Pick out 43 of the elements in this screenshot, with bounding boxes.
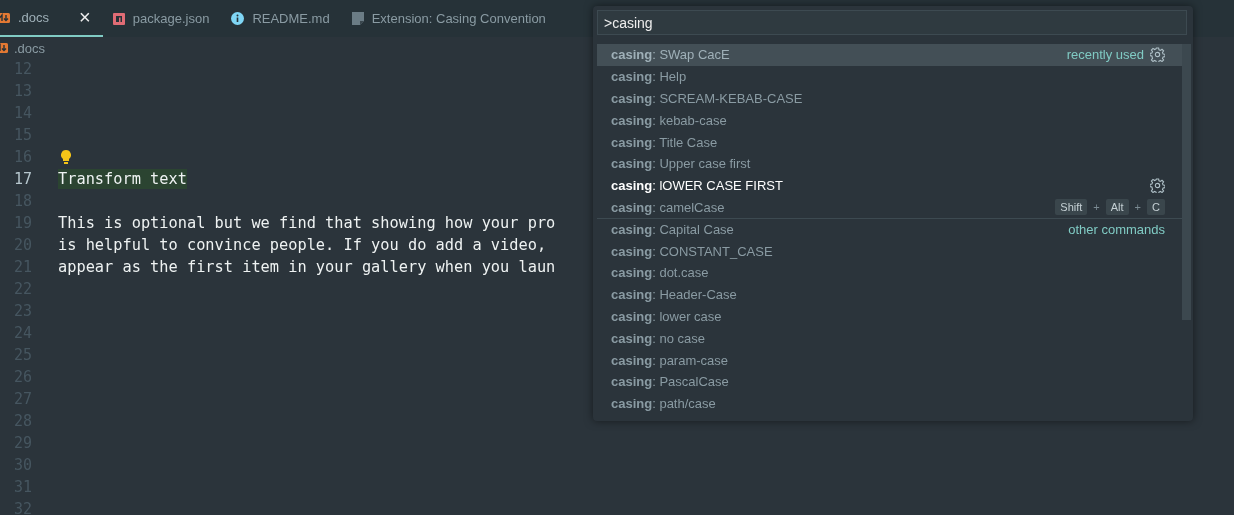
command-input[interactable]: >casing — [597, 10, 1187, 35]
command-item[interactable]: casing: lower case — [597, 305, 1183, 328]
command-item[interactable]: casing: lOWER CASE FIRST — [597, 174, 1183, 197]
command-item[interactable]: casing: Upper case first — [597, 153, 1183, 175]
close-button[interactable]: × — [79, 6, 91, 29]
package-icon — [112, 12, 125, 25]
info-icon — [231, 12, 245, 25]
command-item[interactable]: casing: Help — [597, 65, 1183, 88]
line-number: 17 — [12, 170, 32, 188]
document-icon — [351, 12, 364, 25]
keyboard-key: C — [1147, 199, 1165, 216]
command-item[interactable]: casing: no case — [597, 327, 1183, 350]
command-item[interactable]: casing: CONSTANT_CASE — [597, 240, 1183, 262]
code-text: is helpful to convince people. If you do add a video, — [58, 236, 547, 254]
editor-tab[interactable]: Extension: Casing Convention — [351, 0, 558, 37]
command-item[interactable]: casing: camelCase Shift + Alt + C — [597, 196, 1183, 219]
highlighted-text: Transform text — [58, 169, 187, 189]
command-item[interactable]: casing: dot.case — [597, 261, 1183, 284]
plus-sign: + — [1134, 201, 1142, 214]
command-item[interactable]: casing: Header-Case — [597, 283, 1183, 306]
editor-tab[interactable]: README.md — [231, 0, 342, 37]
scrollbar[interactable] — [1182, 44, 1191, 320]
command-item[interactable]: casing: Title Case — [597, 131, 1183, 153]
group-label: recently used — [1066, 47, 1144, 63]
code-text: This is optional but we find that showing how your pro — [58, 214, 556, 232]
breadcrumb-item[interactable]: .docs — [14, 40, 46, 56]
editor-tab[interactable]: package.json — [112, 0, 222, 37]
plus-sign: + — [1093, 201, 1100, 214]
command-item[interactable]: casing: Capital Case other commands — [597, 218, 1183, 241]
command-item[interactable]: casing: kebab-case — [597, 109, 1183, 132]
command-item[interactable]: casing: path/case — [597, 392, 1183, 415]
command-item[interactable]: casing: SCREAM-KEBAB-CASE — [597, 87, 1183, 110]
code-text: appear as the first item in your gallery when you laun — [58, 258, 556, 276]
keyboard-key: Shift — [1055, 199, 1088, 216]
group-label: other commands — [1068, 222, 1165, 238]
keyboard-key: Alt — [1105, 199, 1129, 216]
lightbulb-icon[interactable] — [61, 150, 71, 164]
settings-icon[interactable] — [1150, 178, 1165, 194]
command-item[interactable]: casing: PascalCase — [597, 370, 1183, 393]
command-item[interactable]: casing: param-case — [597, 349, 1183, 371]
settings-icon[interactable] — [1150, 47, 1165, 63]
command-item[interactable]: casing: SWap CacE recently used — [597, 44, 1183, 66]
editor-tab[interactable]: .docs × — [0, 0, 103, 37]
